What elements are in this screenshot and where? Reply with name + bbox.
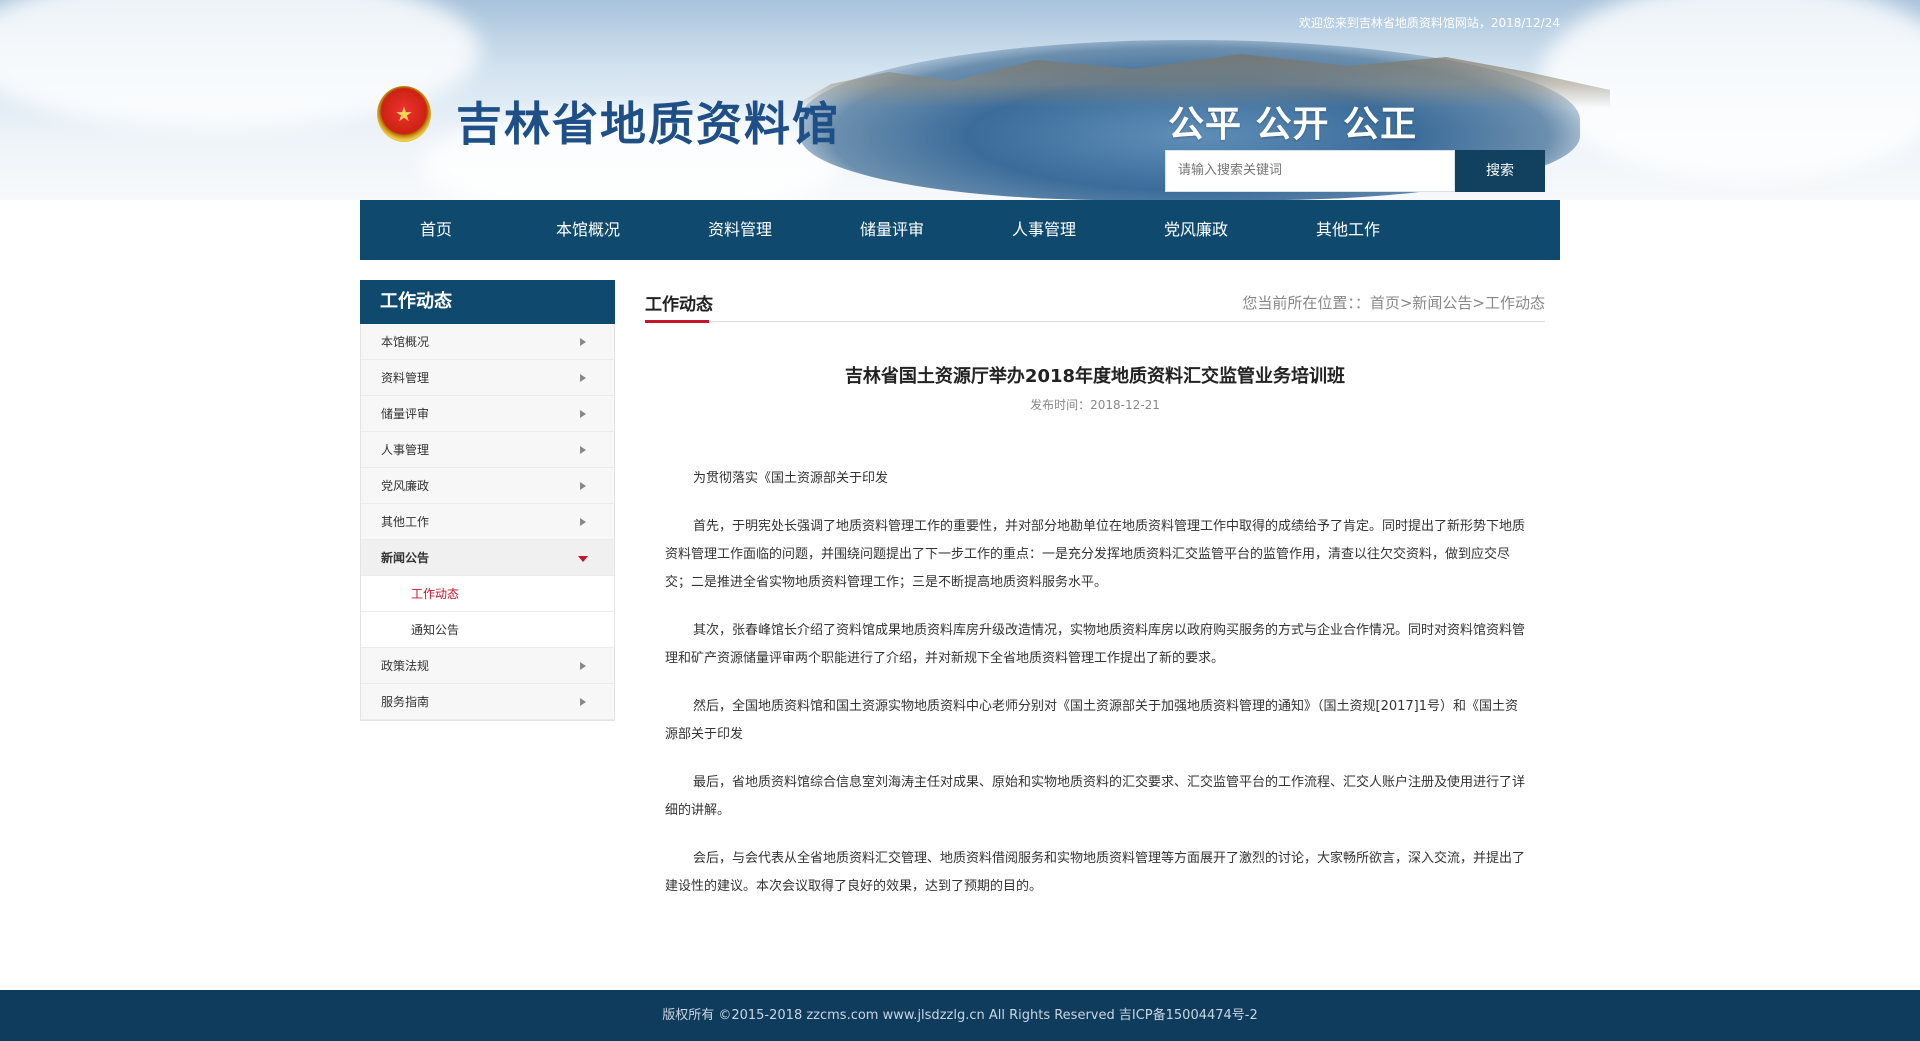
sidebar-item-label: 本馆概况 xyxy=(381,335,430,349)
chevron-right-icon xyxy=(580,446,586,454)
sidebar-item-overview[interactable]: 本馆概况 xyxy=(361,324,614,360)
slogan: 公平 公开 公正 xyxy=(1168,104,1418,145)
nav-item-party-integrity[interactable]: 党风廉政 xyxy=(1120,200,1272,260)
chevron-right-icon xyxy=(580,518,586,526)
main-content: 工作动态 您当前所在位置：：首页>新闻公告>工作动态 吉林省国土资源厅举办201… xyxy=(645,280,1545,921)
nav-item-data-management[interactable]: 资料管理 xyxy=(664,200,816,260)
article-paragraph: 会后，与会代表从全省地质资料汇交管理、地质资料借阅服务和实物地质资料管理等方面展… xyxy=(665,851,1526,894)
section-title: 工作动态 xyxy=(645,295,713,315)
article-title: 吉林省国土资源厅举办2018年度地质资料汇交监管业务培训班 xyxy=(844,366,1346,387)
chevron-right-icon xyxy=(580,410,586,418)
sidebar-item-label: 资料管理 xyxy=(381,371,430,385)
article-paragraph: 最后，省地质资料馆综合信息室刘海涛主任对成果、原始和实物地质资料的汇交要求、汇交… xyxy=(665,775,1526,818)
search-input[interactable] xyxy=(1165,150,1455,192)
sidebar-item-party-integrity[interactable]: 党风廉政 xyxy=(361,468,614,504)
sidebar-item-label: 新闻公告 xyxy=(381,551,430,565)
nav-item-home[interactable]: 首页 xyxy=(360,200,512,260)
sidebar-item-reserve-review[interactable]: 储量评审 xyxy=(361,396,614,432)
national-emblem-icon: ★ xyxy=(377,86,431,142)
chevron-right-icon xyxy=(580,482,586,490)
sidebar-title: 工作动态 xyxy=(360,280,615,324)
sidebar-item-data-management[interactable]: 资料管理 xyxy=(361,360,614,396)
sidebar-subitem-work-news[interactable]: 工作动态 xyxy=(361,576,614,612)
search-button[interactable]: 搜索 xyxy=(1455,150,1545,192)
site-header: 欢迎您来到吉林省地质资料馆网站，2018/12/24 ★ 吉林省地质资料馆 公平… xyxy=(0,0,1920,200)
main-nav: 首页 本馆概况 资料管理 储量评审 人事管理 党风廉政 其他工作 xyxy=(360,200,1560,260)
welcome-text: 欢迎您来到吉林省地质资料馆网站，2018/12/24 xyxy=(1298,16,1560,30)
sidebar-item-service-guide[interactable]: 服务指南 xyxy=(361,684,614,720)
chevron-right-icon xyxy=(580,338,586,346)
sidebar-item-other-work[interactable]: 其他工作 xyxy=(361,504,614,540)
section-title-underline xyxy=(645,320,709,323)
sidebar-item-policies[interactable]: 政策法规 xyxy=(361,648,614,684)
sidebar-item-label: 人事管理 xyxy=(381,443,430,457)
breadcrumb[interactable]: 您当前所在位置：：首页>新闻公告>工作动态 xyxy=(1242,292,1545,313)
chevron-right-icon xyxy=(580,698,586,706)
article-body: 为贯彻落实《国土资源部关于印发 首先，于明宪处长强调了地质资料管理工作的重要性，… xyxy=(645,465,1545,901)
content-header: 工作动态 您当前所在位置：：首页>新闻公告>工作动态 xyxy=(645,280,1545,323)
sidebar-item-label: 其他工作 xyxy=(381,515,430,529)
sidebar-item-label: 服务指南 xyxy=(381,695,430,709)
article-date: 发布时间：2018-12-21 xyxy=(1030,398,1160,412)
sidebar-subitem-notices[interactable]: 通知公告 xyxy=(361,612,614,648)
article-paragraph: 首先，于明宪处长强调了地质资料管理工作的重要性，并对部分地勘单位在地质资料管理工… xyxy=(665,519,1526,590)
nav-item-reserve-review[interactable]: 储量评审 xyxy=(816,200,968,260)
article-paragraph: 为贯彻落实《国土资源部关于印发 xyxy=(693,471,889,486)
sidebar-item-label: 政策法规 xyxy=(381,659,430,673)
chevron-right-icon xyxy=(580,374,586,382)
site-footer: 版权所有 ©2015-2018 zzcms.com www.jlsdzzlg.c… xyxy=(0,990,1920,1041)
sidebar-list: 本馆概况 资料管理 储量评审 人事管理 党风廉政 其他工作 新闻公告 工作动态 … xyxy=(360,324,615,721)
sidebar-item-personnel[interactable]: 人事管理 xyxy=(361,432,614,468)
sidebar-item-label: 储量评审 xyxy=(381,407,430,421)
article-paragraph: 其次，张春峰馆长介绍了资料馆成果地质资料库房升级改造情况，实物地质资料库房以政府… xyxy=(665,623,1526,666)
nav-item-overview[interactable]: 本馆概况 xyxy=(512,200,664,260)
sidebar: 工作动态 本馆概况 资料管理 储量评审 人事管理 党风廉政 其他工作 新闻公告 xyxy=(360,280,615,721)
site-title: 吉林省地质资料馆 xyxy=(456,97,840,151)
chevron-down-icon xyxy=(578,556,588,562)
copyright-text: 版权所有 ©2015-2018 zzcms.com www.jlsdzzlg.c… xyxy=(662,1008,1258,1023)
sidebar-item-news[interactable]: 新闻公告 xyxy=(361,540,614,576)
chevron-right-icon xyxy=(580,662,586,670)
sidebar-item-label: 党风廉政 xyxy=(381,479,430,493)
article-paragraph: 然后，全国地质资料馆和国土资源实物地质资料中心老师分别对《国土资源部关于加强地质… xyxy=(665,699,1518,742)
nav-item-personnel[interactable]: 人事管理 xyxy=(968,200,1120,260)
nav-item-other-work[interactable]: 其他工作 xyxy=(1272,200,1424,260)
